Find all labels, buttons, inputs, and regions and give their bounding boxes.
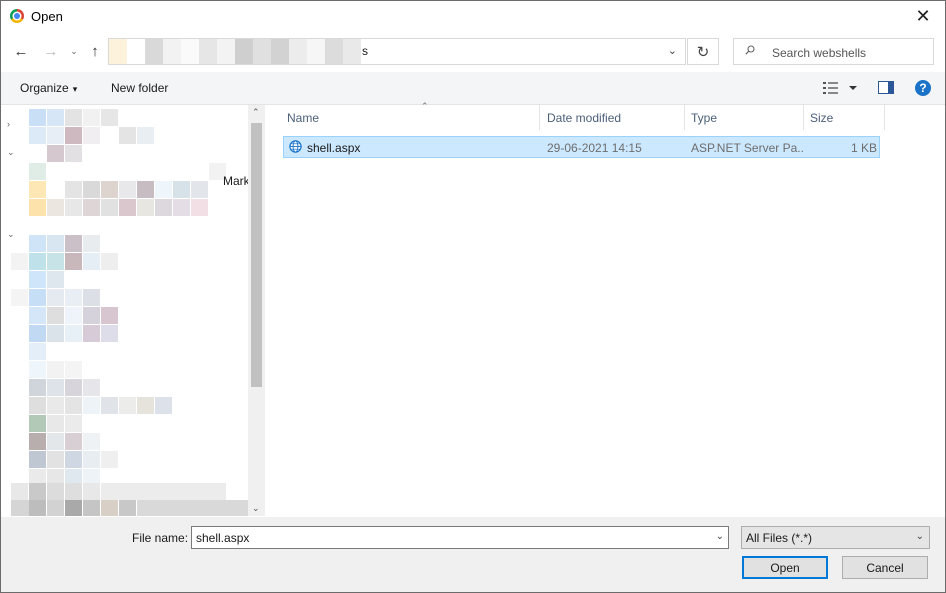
file-type-value: All Files (*.*) <box>746 531 813 545</box>
command-toolbar: Organize ▾ New folder ? <box>1 72 945 105</box>
bottom-panel: File name: ⌄ All Files (*.*) ⌄ Open Canc… <box>1 517 945 592</box>
file-row-selected[interactable]: shell.aspx 29-06-2021 14:15 ASP.NET Serv… <box>283 136 880 158</box>
column-header-date-modified[interactable]: Date modified <box>541 105 685 130</box>
column-headers: ⌃ Name Date modified Type Size <box>266 101 945 130</box>
file-name-combobox[interactable]: ⌄ <box>191 526 729 549</box>
recent-locations-chevron-icon[interactable]: ⌄ <box>67 41 81 61</box>
scroll-down-arrow-icon[interactable]: ⌄ <box>252 503 260 514</box>
organize-caret-icon: ▾ <box>72 84 78 94</box>
organize-label: Organize <box>20 81 69 95</box>
globe-icon <box>289 140 302 153</box>
refresh-button[interactable]: ↻ <box>687 38 719 65</box>
window-title: Open <box>31 9 63 24</box>
cancel-button[interactable]: Cancel <box>842 556 928 579</box>
scroll-up-arrow-icon[interactable]: ⌃ <box>252 107 260 118</box>
back-button[interactable]: ← <box>11 41 31 61</box>
file-name: shell.aspx <box>307 141 361 155</box>
new-folder-button[interactable]: New folder <box>111 81 168 95</box>
preview-pane-icon[interactable] <box>878 81 894 94</box>
forward-button[interactable]: → <box>41 41 61 61</box>
title-bar: Open ✕ <box>1 1 945 32</box>
navigation-pane[interactable]: › ⌄ ⌄ Marke <box>1 105 265 516</box>
tree-expand-chevron-icon[interactable]: › <box>7 119 10 129</box>
scrollbar-thumb[interactable] <box>251 123 262 387</box>
up-button[interactable]: ↑ <box>85 41 105 61</box>
column-header-size[interactable]: Size <box>804 105 885 130</box>
file-name-label: File name: <box>132 531 189 545</box>
file-type: ASP.NET Server Pa... <box>691 141 803 155</box>
navpane-redacted-pixels <box>11 109 251 516</box>
address-dropdown-chevron-icon[interactable]: ⌄ <box>668 44 677 57</box>
file-date-modified: 29-06-2021 14:15 <box>547 141 642 155</box>
address-bar[interactable]: s ⌄ <box>108 38 686 65</box>
file-name-input[interactable] <box>196 530 696 545</box>
change-view-icon[interactable] <box>823 80 859 96</box>
column-header-name-label: Name <box>287 111 320 125</box>
column-header-type[interactable]: Type <box>685 105 804 130</box>
chrome-icon <box>10 9 24 23</box>
address-row: ← → ⌄ ↑ s ⌄ ↻ <box>1 32 945 72</box>
address-redacted-pixels <box>109 39 362 64</box>
navpane-scrollbar[interactable]: ⌃ ⌄ <box>248 105 265 516</box>
file-size: 1 KB <box>850 141 877 155</box>
organize-button[interactable]: Organize ▾ <box>20 81 77 95</box>
file-list[interactable]: ⌃ Name Date modified Type Size shell.asp… <box>266 101 945 516</box>
search-icon <box>745 45 755 55</box>
file-name-dropdown-chevron-icon[interactable]: ⌄ <box>716 531 724 542</box>
search-box[interactable] <box>733 38 934 65</box>
column-header-name[interactable]: ⌃ Name <box>281 101 540 130</box>
close-button[interactable]: ✕ <box>901 1 945 32</box>
file-type-select[interactable]: All Files (*.*) ⌄ <box>741 526 930 549</box>
search-input[interactable] <box>770 43 929 62</box>
open-button[interactable]: Open <box>742 556 828 579</box>
help-icon[interactable]: ? <box>915 80 931 96</box>
sort-ascending-icon: ⌃ <box>421 101 429 111</box>
file-type-chevron-down-icon: ⌄ <box>915 531 924 542</box>
open-dialog: Open ✕ ← → ⌄ ↑ s ⌄ ↻ Search webshells Or… <box>0 0 946 593</box>
address-path-text: s <box>362 44 368 58</box>
